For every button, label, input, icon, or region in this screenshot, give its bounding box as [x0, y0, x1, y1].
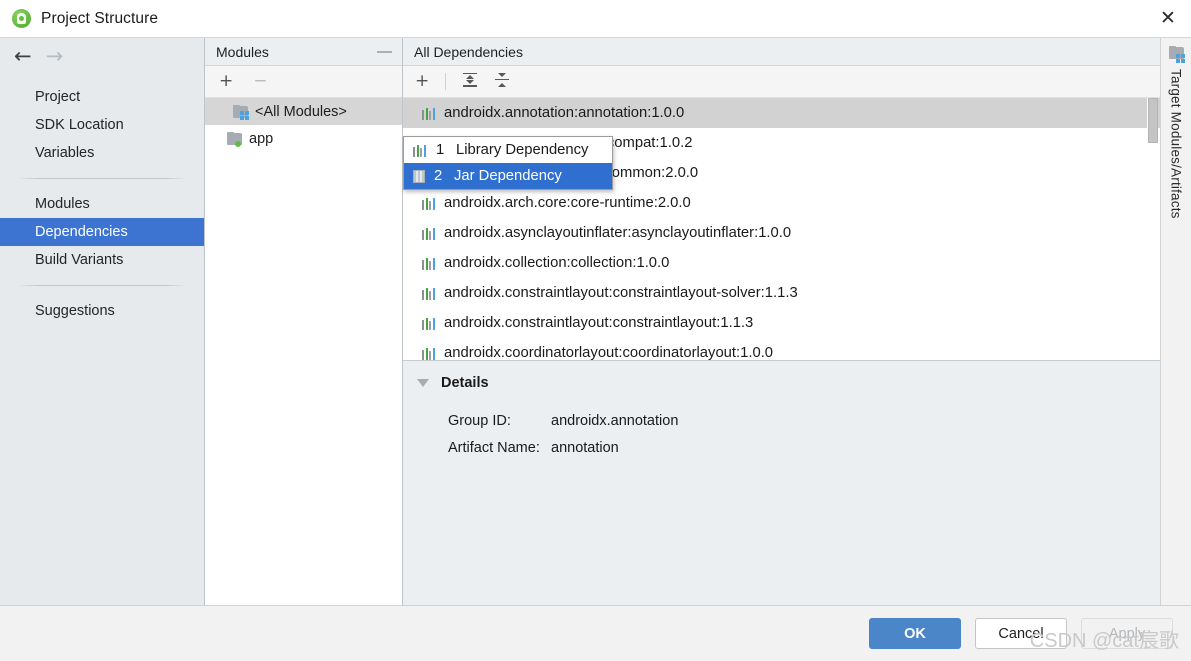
dependency-row[interactable]: androidx.annotation:annotation:1.0.0	[403, 98, 1160, 128]
detail-value: annotation	[551, 439, 619, 456]
remove-module-button[interactable]: −	[253, 73, 267, 90]
library-icon	[422, 287, 436, 300]
forward-arrow-icon[interactable]: →	[46, 45, 64, 67]
dependency-label: androidx.constraintlayout:constraintlayo…	[444, 315, 754, 331]
sidebar-item-sdk-location[interactable]: SDK Location	[0, 111, 204, 139]
android-studio-icon	[12, 9, 31, 28]
add-dependency-popup-menu: 1 Library Dependency 2 Jar Dependency	[403, 136, 613, 190]
dependency-label: androidx.collection:collection:1.0.0	[444, 255, 670, 271]
sidebar-item-variables[interactable]: Variables	[0, 139, 204, 167]
module-item-label: <All Modules>	[255, 103, 347, 120]
folder-modules-icon	[233, 105, 249, 120]
dependency-row[interactable]: androidx.constraintlayout:constraintlayo…	[403, 278, 1160, 308]
chevron-down-icon[interactable]	[417, 379, 429, 387]
modules-list: <All Modules> app	[205, 98, 402, 605]
module-item-all-modules[interactable]: <All Modules>	[205, 98, 402, 125]
modules-toolbar: + −	[205, 66, 402, 98]
details-header[interactable]: Details	[403, 375, 1160, 391]
detail-label: Group ID:	[448, 412, 511, 429]
dependency-row[interactable]: androidx.coordinatorlayout:coordinatorla…	[403, 338, 1160, 361]
dependencies-panel: All Dependencies + androidx.annotation:a…	[403, 38, 1160, 605]
sidebar-item-dependencies[interactable]: Dependencies	[0, 218, 204, 246]
apply-button[interactable]: Apply	[1081, 618, 1173, 649]
library-icon	[422, 317, 436, 330]
dependency-row[interactable]: androidx.collection:collection:1.0.0	[403, 248, 1160, 278]
library-icon	[422, 107, 436, 120]
dependency-label: androidx.arch.core:core-runtime:2.0.0	[444, 195, 691, 211]
add-dependency-button[interactable]: +	[415, 73, 429, 90]
sidebar-divider-1	[18, 178, 186, 179]
cancel-button[interactable]: Cancel	[975, 618, 1067, 649]
scrollbar-thumb[interactable]	[1148, 98, 1158, 143]
minimize-icon[interactable]: —	[377, 44, 392, 59]
folder-app-icon	[227, 132, 242, 147]
menu-item-number: 1	[436, 142, 445, 158]
window-title: Project Structure	[41, 9, 159, 27]
details-section: Details Group ID: androidx.annotation Ar…	[403, 361, 1160, 605]
menu-item-library-dependency[interactable]: 1 Library Dependency	[404, 137, 612, 163]
dialog-body: ← → Project SDK Location Variables Modul…	[0, 37, 1191, 605]
detail-row-artifact-name: Artifact Name: annotation	[403, 434, 1160, 461]
ok-button[interactable]: OK	[869, 618, 961, 649]
module-item-app[interactable]: app	[205, 125, 402, 152]
dependencies-toolbar: +	[403, 66, 1160, 98]
sidebar-group-suggestions: Suggestions	[0, 297, 204, 325]
dependency-row[interactable]: androidx.arch.core:core-runtime:2.0.0	[403, 188, 1160, 218]
menu-item-label: Library Dependency	[456, 142, 589, 158]
sidebar-group-project: Project SDK Location Variables	[0, 74, 204, 167]
dependency-label: androidx.asynclayoutinflater:asynclayout…	[444, 225, 792, 241]
sidebar-item-project[interactable]: Project	[0, 83, 204, 111]
back-arrow-icon[interactable]: ←	[14, 45, 32, 67]
sidebar-group-build: Modules Dependencies Build Variants	[0, 190, 204, 274]
library-icon	[413, 144, 427, 157]
menu-item-number: 2	[434, 168, 443, 184]
expand-all-icon[interactable]	[462, 72, 478, 92]
library-icon	[422, 347, 436, 360]
details-title: Details	[441, 375, 489, 391]
module-item-label: app	[249, 130, 274, 147]
sidebar-item-suggestions[interactable]: Suggestions	[0, 297, 204, 325]
dependencies-title: All Dependencies	[414, 43, 523, 60]
dependencies-scrollbar[interactable]	[1147, 98, 1158, 360]
collapse-all-icon[interactable]	[494, 72, 510, 92]
detail-row-group-id: Group ID: androidx.annotation	[403, 407, 1160, 434]
dialog-footer: OK Cancel Apply CSDN @cat宸歌	[0, 605, 1191, 661]
sidebar-item-modules[interactable]: Modules	[0, 190, 204, 218]
sidebar-item-build-variants[interactable]: Build Variants	[0, 246, 204, 274]
jar-icon	[413, 169, 425, 183]
dependency-label: androidx.constraintlayout:constraintlayo…	[444, 285, 798, 301]
library-icon	[422, 257, 436, 270]
navigation-arrows: ← →	[0, 38, 204, 74]
dependency-row[interactable]: androidx.constraintlayout:constraintlayo…	[403, 308, 1160, 338]
dependency-label: androidx.coordinatorlayout:coordinatorla…	[444, 345, 774, 361]
library-icon	[422, 227, 436, 240]
target-modules-tab[interactable]: Target Modules/Artifacts	[1160, 38, 1191, 605]
sidebar-divider-2	[18, 285, 186, 286]
library-icon	[422, 197, 436, 210]
close-icon[interactable]: ✕	[1145, 0, 1191, 37]
project-structure-dialog: Project Structure ✕ ← → Project SDK Loca…	[0, 0, 1191, 661]
modules-panel-header: Modules —	[205, 38, 402, 66]
modules-panel: Modules — + − <All Modules> app	[205, 38, 403, 605]
folder-modules-icon	[1168, 46, 1185, 63]
add-module-button[interactable]: +	[219, 73, 233, 90]
menu-item-label: Jar Dependency	[454, 168, 562, 184]
dependencies-header: All Dependencies	[403, 38, 1160, 66]
detail-value: androidx.annotation	[551, 412, 679, 429]
detail-label: Artifact Name:	[448, 439, 540, 456]
modules-panel-title: Modules	[216, 43, 269, 60]
toolbar-separator	[445, 73, 447, 90]
dependency-row[interactable]: androidx.asynclayoutinflater:asynclayout…	[403, 218, 1160, 248]
menu-item-jar-dependency[interactable]: 2 Jar Dependency	[404, 163, 612, 189]
dependency-label: androidx.annotation:annotation:1.0.0	[444, 105, 685, 121]
title-bar: Project Structure ✕	[0, 0, 1191, 37]
left-sidebar: ← → Project SDK Location Variables Modul…	[0, 38, 205, 605]
target-modules-tab-label: Target Modules/Artifacts	[1168, 69, 1184, 219]
